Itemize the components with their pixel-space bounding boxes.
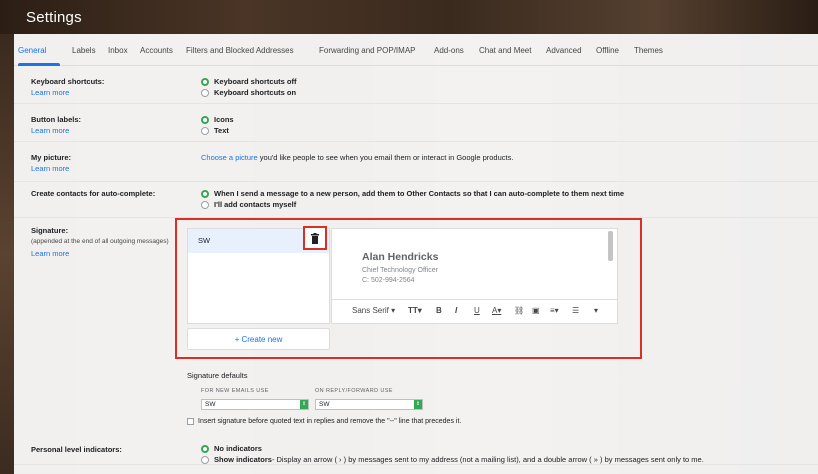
new-emails-label: FOR NEW EMAILS USE bbox=[201, 388, 269, 394]
formatting-toolbar: Sans Serif ▾ TT▾ B I U A▾ ⛓ ▣ ≡▾ ☰ ▾ bbox=[332, 299, 617, 323]
contacts-row: Create contacts for auto-complete: When … bbox=[14, 182, 818, 218]
insert-signature-checkbox-row[interactable]: Insert signature before quoted text in r… bbox=[187, 418, 461, 425]
radio-unchecked-icon bbox=[201, 126, 209, 135]
font-size-button[interactable]: TT▾ bbox=[408, 306, 422, 315]
settings-header: Settings bbox=[0, 0, 818, 34]
keyboard-shortcuts-label: Keyboard shortcuts: bbox=[31, 77, 105, 86]
tab-labels[interactable]: Labels bbox=[72, 46, 96, 55]
select-arrow-icon: ⇕ bbox=[414, 400, 422, 409]
signature-editor[interactable]: Alan Hendricks Chief Technology Officer … bbox=[331, 228, 618, 324]
tab-forwarding[interactable]: Forwarding and POP/IMAP bbox=[319, 46, 415, 55]
learn-more-link[interactable]: Learn more bbox=[31, 126, 69, 135]
numbered-list-icon[interactable]: ☰ bbox=[572, 306, 579, 315]
radio-manual-contacts[interactable]: I'll add contacts myself bbox=[201, 200, 296, 209]
text-color-button[interactable]: A▾ bbox=[492, 306, 501, 315]
tab-chat-meet[interactable]: Chat and Meet bbox=[479, 46, 531, 55]
button-labels-label: Button labels: bbox=[31, 115, 81, 124]
signature-defaults-title: Signature defaults bbox=[187, 371, 248, 380]
radio-unchecked-icon bbox=[201, 200, 209, 209]
radio-checked-icon bbox=[201, 444, 209, 453]
align-icon[interactable]: ≡▾ bbox=[550, 306, 559, 315]
new-emails-select[interactable]: SW ⇕ bbox=[201, 399, 309, 410]
my-picture-row: My picture: Learn more Choose a picture … bbox=[14, 142, 818, 182]
reply-label: ON REPLY/FORWARD USE bbox=[315, 388, 393, 394]
create-new-button[interactable]: + Create new bbox=[187, 328, 330, 350]
radio-no-indicators[interactable]: No indicators bbox=[201, 444, 262, 453]
button-labels-row: Button labels: Learn more Icons Text bbox=[14, 104, 818, 142]
radio-shortcuts-on[interactable]: Keyboard shortcuts on bbox=[201, 88, 296, 97]
personal-level-row: Personal level indicators: No indicators… bbox=[14, 434, 818, 474]
radio-checked-icon bbox=[201, 115, 209, 124]
learn-more-link[interactable]: Learn more bbox=[31, 249, 69, 258]
signature-phone: C: 502-994-2564 bbox=[362, 277, 415, 284]
signature-label: Signature: bbox=[31, 226, 69, 235]
bold-button[interactable]: B bbox=[436, 306, 442, 315]
signature-item-name: SW bbox=[198, 236, 211, 245]
tab-bar: General Labels Inbox Accounts Filters an… bbox=[14, 34, 818, 66]
picture-description: Choose a picture you'd like people to se… bbox=[201, 153, 514, 162]
keyboard-shortcuts-row: Keyboard shortcuts: Learn more Keyboard … bbox=[14, 66, 818, 104]
delete-signature-button[interactable] bbox=[303, 226, 327, 250]
signature-name: Alan Hendricks bbox=[362, 251, 439, 263]
my-picture-label: My picture: bbox=[31, 153, 72, 162]
editor-scrollbar[interactable] bbox=[608, 231, 613, 261]
image-icon[interactable]: ▣ bbox=[532, 306, 540, 315]
link-icon[interactable]: ⛓ bbox=[514, 306, 524, 315]
contacts-label: Create contacts for auto-complete: bbox=[31, 189, 156, 198]
learn-more-link[interactable]: Learn more bbox=[31, 164, 69, 173]
left-strip bbox=[0, 34, 14, 474]
signature-sublabel: (appended at the end of all outgoing mes… bbox=[31, 238, 169, 245]
radio-checked-icon bbox=[201, 189, 209, 198]
tab-accounts[interactable]: Accounts bbox=[140, 46, 173, 55]
signature-title: Chief Technology Officer bbox=[362, 267, 439, 274]
underline-button[interactable]: U bbox=[474, 306, 480, 315]
radio-unchecked-icon bbox=[201, 88, 209, 97]
radio-text[interactable]: Text bbox=[201, 126, 229, 135]
personal-level-label: Personal level indicators: bbox=[31, 445, 122, 454]
tab-themes[interactable]: Themes bbox=[634, 46, 663, 55]
learn-more-link[interactable]: Learn more bbox=[31, 88, 69, 97]
insert-signature-label: Insert signature before quoted text in r… bbox=[198, 418, 462, 425]
radio-show-indicators[interactable]: Show indicators - Display an arrow ( › )… bbox=[201, 455, 704, 464]
tab-advanced[interactable]: Advanced bbox=[546, 46, 582, 55]
font-select[interactable]: Sans Serif ▾ bbox=[352, 306, 395, 315]
italic-button[interactable]: I bbox=[455, 306, 457, 315]
radio-unchecked-icon bbox=[201, 455, 209, 464]
radio-shortcuts-off[interactable]: Keyboard shortcuts off bbox=[201, 77, 297, 86]
reply-select[interactable]: SW ⇕ bbox=[315, 399, 423, 410]
tab-general[interactable]: General bbox=[18, 46, 46, 55]
trash-icon bbox=[311, 232, 319, 244]
tab-addons[interactable]: Add-ons bbox=[434, 46, 464, 55]
tab-filters[interactable]: Filters and Blocked Addresses bbox=[186, 46, 294, 55]
page-title: Settings bbox=[26, 9, 82, 26]
checkbox[interactable] bbox=[187, 418, 194, 425]
select-arrow-icon: ⇕ bbox=[300, 400, 308, 409]
tab-inbox[interactable]: Inbox bbox=[108, 46, 128, 55]
radio-auto-add-contacts[interactable]: When I send a message to a new person, a… bbox=[201, 189, 624, 198]
more-options-icon[interactable]: ▾ bbox=[594, 306, 598, 315]
tab-offline[interactable]: Offline bbox=[596, 46, 619, 55]
radio-icons[interactable]: Icons bbox=[201, 115, 234, 124]
choose-picture-link[interactable]: Choose a picture bbox=[201, 153, 258, 162]
radio-checked-icon bbox=[201, 77, 209, 86]
